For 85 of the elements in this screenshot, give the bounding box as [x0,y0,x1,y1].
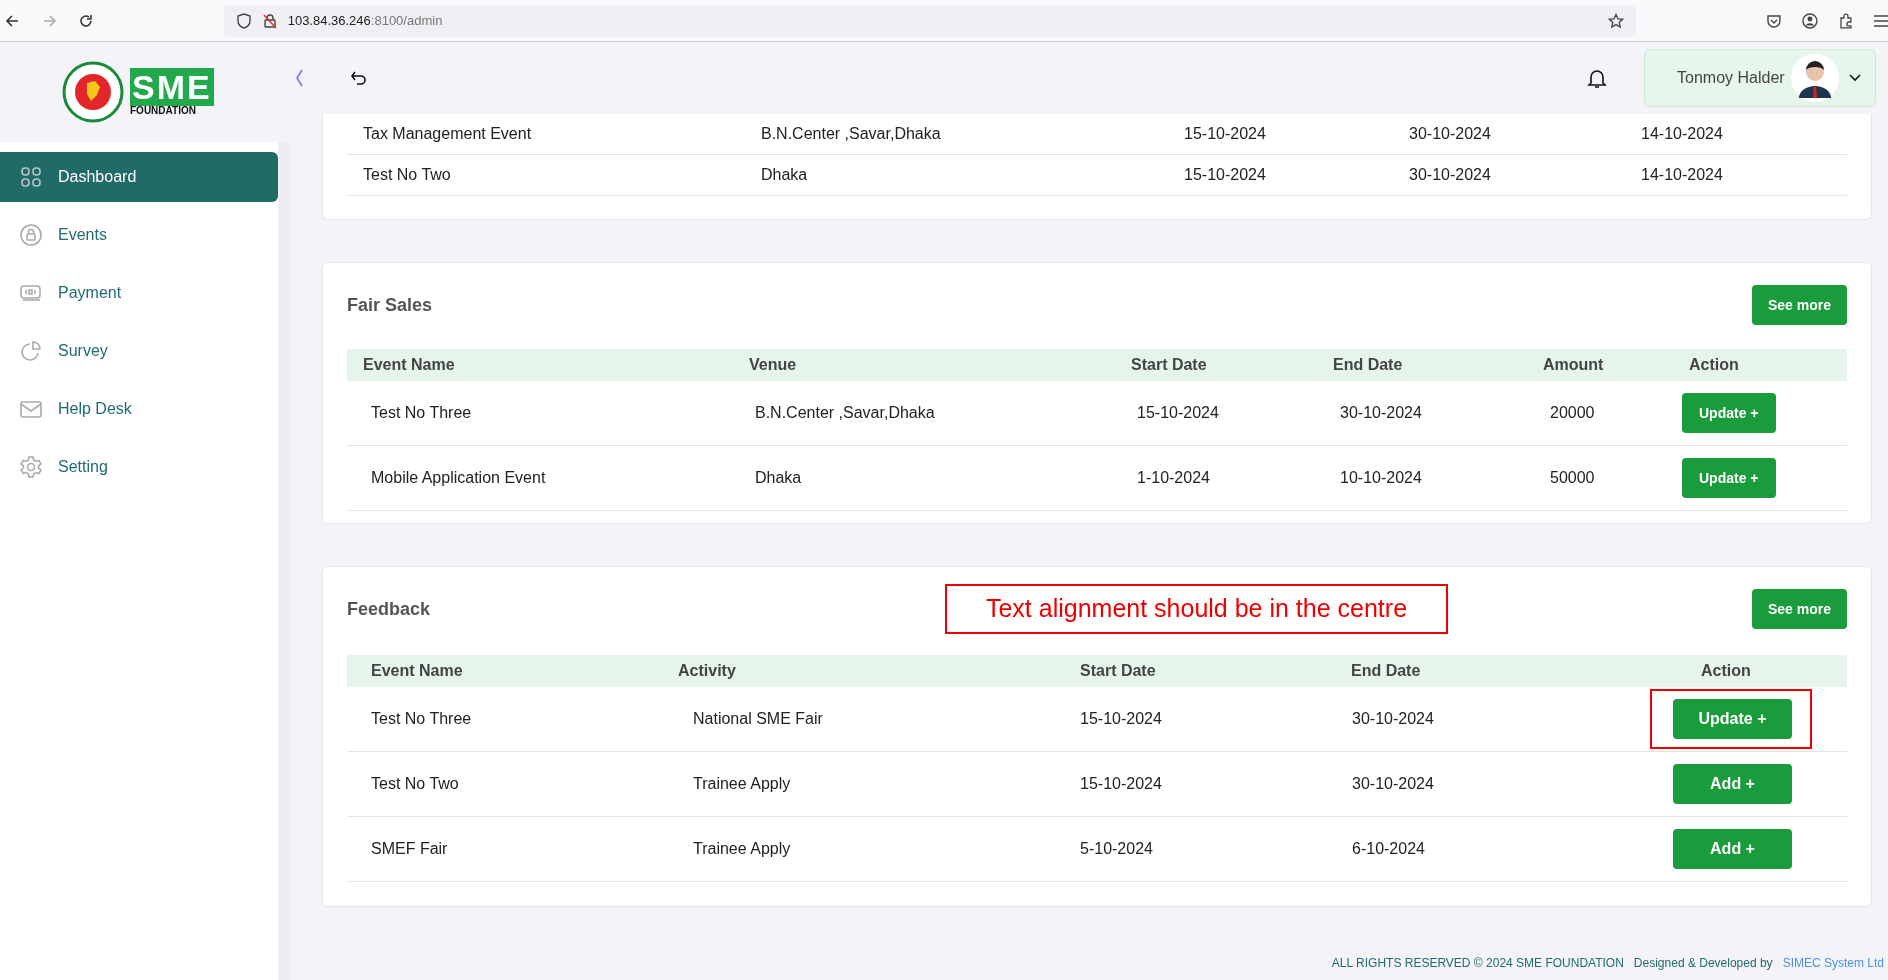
grid-icon [20,166,42,188]
table-cell-text: Dhaka [755,468,802,488]
table-cell-text: 30-10-2024 [1409,165,1491,185]
url-text: 103.84.36.246:8100/admin [287,11,443,30]
table-cell-text: 14-10-2024 [1641,124,1723,144]
table-cell-text: B.N.Center ,Savar,Dhaka [761,124,941,144]
table-cell-text: 6-10-2024 [1352,839,1425,859]
annotation-note: Text alignment should be in the centre [945,584,1448,634]
table-cell-text: SMEF Fair [371,839,448,859]
column-header: Activity [678,661,736,681]
footer-text: ALL RIGHTS RESERVED © 2024 SME FOUNDATION Designed & Developed by [1331,955,1773,972]
action-button[interactable]: Update + [1673,699,1792,739]
logo-subtitle: FOUNDATION [130,106,197,116]
star-icon[interactable] [1608,12,1625,29]
column-header: Action [1689,355,1739,375]
table-cell-text: 15-10-2024 [1137,403,1219,423]
table-cell-text: 14-10-2024 [1641,165,1723,185]
table-cell-text: 15-10-2024 [1184,165,1266,185]
table-cell-text: 20000 [1550,403,1595,423]
settings-icon [20,456,42,478]
table-cell-text: 30-10-2024 [1352,774,1434,794]
table-cell-text: National SME Fair [693,709,823,729]
table-cell-text: Tax Management Event [363,124,532,144]
logo-text: SME [130,68,214,106]
undo-icon[interactable] [350,69,368,87]
table-cell-text: 50000 [1550,468,1595,488]
table-cell-text: Test No Three [371,403,472,423]
insecure-lock-icon [261,12,278,29]
table-cell-text: 15-10-2024 [1184,124,1266,144]
sidebar-item[interactable]: Survey [0,326,278,376]
pocket-icon[interactable] [1766,12,1783,29]
table-cell-text: 1-10-2024 [1137,468,1210,488]
see-more-button[interactable]: See more [1751,285,1847,325]
notification-bell-icon[interactable] [1586,67,1608,89]
action-button[interactable]: Update + [1682,393,1776,433]
table-cell-text: Trainee Apply [693,774,791,794]
column-header: Event Name [363,355,455,375]
lock-icon [20,224,42,246]
user-menu[interactable]: Tonmoy Halder [1644,49,1876,107]
reload-icon[interactable] [77,12,94,29]
column-header: Action [1701,661,1751,681]
table-cell-text: 10-10-2024 [1340,468,1422,488]
sidebar-item[interactable]: Events [0,210,278,260]
sidebar-item[interactable]: Payment [0,268,278,318]
table-cell-text: 30-10-2024 [1352,709,1434,729]
table-cell-text: Test No Three [371,709,472,729]
menu-icon[interactable] [1874,13,1888,28]
card-title: Feedback [347,597,431,621]
column-header: Event Name [371,661,463,681]
action-button[interactable]: Add + [1673,764,1792,804]
table-cell-text: 15-10-2024 [1080,709,1162,729]
table-cell-text: Mobile Application Event [371,468,546,488]
money-icon [20,282,42,304]
table-cell-text: Test No Two [363,165,451,185]
see-more-button[interactable]: See more [1751,589,1847,629]
column-header: Venue [749,355,797,375]
column-header: Amount [1543,355,1604,375]
emblem-icon [62,61,124,123]
chevron-down-icon [1848,74,1861,82]
sidebar-item[interactable]: Dashboard [0,152,278,202]
action-button[interactable]: Add + [1673,829,1792,869]
table-cell-text: B.N.Center ,Savar,Dhaka [755,403,935,423]
sidebar-item[interactable]: Help Desk [0,384,278,434]
table-cell-text: 15-10-2024 [1080,774,1162,794]
account-icon[interactable] [1802,12,1819,29]
table-cell-text: 5-10-2024 [1080,839,1153,859]
table-cell-text: Trainee Apply [693,839,791,859]
sidebar-item[interactable]: Setting [0,442,278,492]
avatar-icon [1790,54,1839,102]
column-header: End Date [1351,661,1421,681]
mail-icon [20,398,42,420]
column-header: Start Date [1131,355,1207,375]
table-cell-text: 30-10-2024 [1409,124,1491,144]
column-header: End Date [1333,355,1403,375]
card-title: Fair Sales [347,293,433,317]
table-cell-text: Test No Two [371,774,459,794]
collapse-chevron-icon[interactable] [294,68,304,88]
pie-chart-icon [20,340,42,362]
action-button[interactable]: Update + [1682,458,1776,498]
table-cell-text: Dhaka [761,165,808,185]
address-bar[interactable]: 103.84.36.246:8100/admin [223,4,1637,37]
column-header: Start Date [1080,661,1156,681]
shield-icon [235,12,252,29]
extensions-icon[interactable] [1838,12,1855,29]
table-cell-text: 30-10-2024 [1340,403,1422,423]
